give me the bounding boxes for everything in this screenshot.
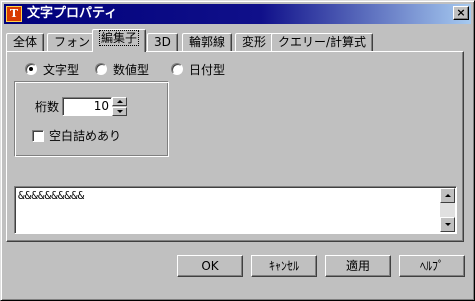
arrow-up-icon	[445, 194, 451, 197]
zero-fill-checkbox[interactable]	[32, 130, 44, 142]
tab-label: 変形	[242, 35, 267, 49]
radio-date-type[interactable]: 日付型	[171, 63, 225, 77]
arrow-down-icon	[445, 223, 451, 226]
tab-label: 編集子	[99, 30, 140, 46]
window-title: 文字プロパティ	[27, 6, 118, 21]
apply-button[interactable]: 適用	[325, 255, 391, 277]
tab-query-formula[interactable]: クエリー/計算式	[271, 33, 374, 51]
spin-up-button[interactable]	[112, 97, 127, 106]
cancel-button[interactable]: ｷｬﾝｾﾙ	[251, 255, 317, 277]
radio-selected-dot	[29, 67, 33, 71]
ok-button[interactable]: OK	[177, 255, 243, 277]
radio-button[interactable]	[95, 63, 107, 75]
radio-label: 数値型	[113, 63, 150, 77]
tab-label: 全体	[13, 35, 38, 49]
options-group-box	[14, 81, 169, 157]
radio-label: 文字型	[43, 63, 80, 77]
radio-label: 日付型	[189, 63, 226, 77]
tab-outline[interactable]: 輪郭線	[182, 33, 233, 51]
vertical-scrollbar[interactable]	[440, 188, 455, 232]
app-icon: T	[6, 6, 22, 22]
tab-general[interactable]: 全体	[6, 33, 45, 51]
scroll-up-button[interactable]	[440, 188, 455, 203]
arrow-up-icon	[117, 100, 123, 103]
properties-dialog: T 文字プロパティ × 全体 フォント 編集子 3D 輪郭線 変形 クエリー/計…	[0, 0, 475, 301]
radio-text-type[interactable]: 文字型	[25, 63, 79, 77]
tab-label: クエリー/計算式	[278, 35, 367, 49]
radio-button[interactable]	[25, 63, 37, 75]
radio-number-type[interactable]: 数値型	[95, 63, 149, 77]
digits-input[interactable]: 10	[62, 97, 112, 116]
digits-spinner[interactable]	[112, 97, 127, 116]
spin-down-button[interactable]	[112, 107, 127, 116]
tab-format[interactable]: 編集子	[92, 29, 147, 52]
digits-label: 桁数	[35, 100, 60, 114]
zero-fill-label: 空白詰めあり	[49, 129, 122, 143]
format-string-textarea[interactable]: &&&&&&&&&&	[14, 186, 457, 234]
scroll-down-button[interactable]	[440, 217, 455, 232]
arrow-down-icon	[117, 110, 123, 113]
radio-button[interactable]	[171, 63, 183, 75]
help-button[interactable]: ﾍﾙﾌﾟ	[399, 255, 465, 277]
tab-label: 3D	[154, 35, 171, 49]
tab-label: 輪郭線	[189, 35, 226, 49]
tab-3d[interactable]: 3D	[147, 33, 178, 51]
tab-transform[interactable]: 変形	[235, 33, 274, 51]
close-button[interactable]: ×	[453, 6, 469, 20]
title-bar[interactable]: T 文字プロパティ ×	[4, 4, 471, 24]
format-string-text: &&&&&&&&&&	[18, 189, 85, 202]
